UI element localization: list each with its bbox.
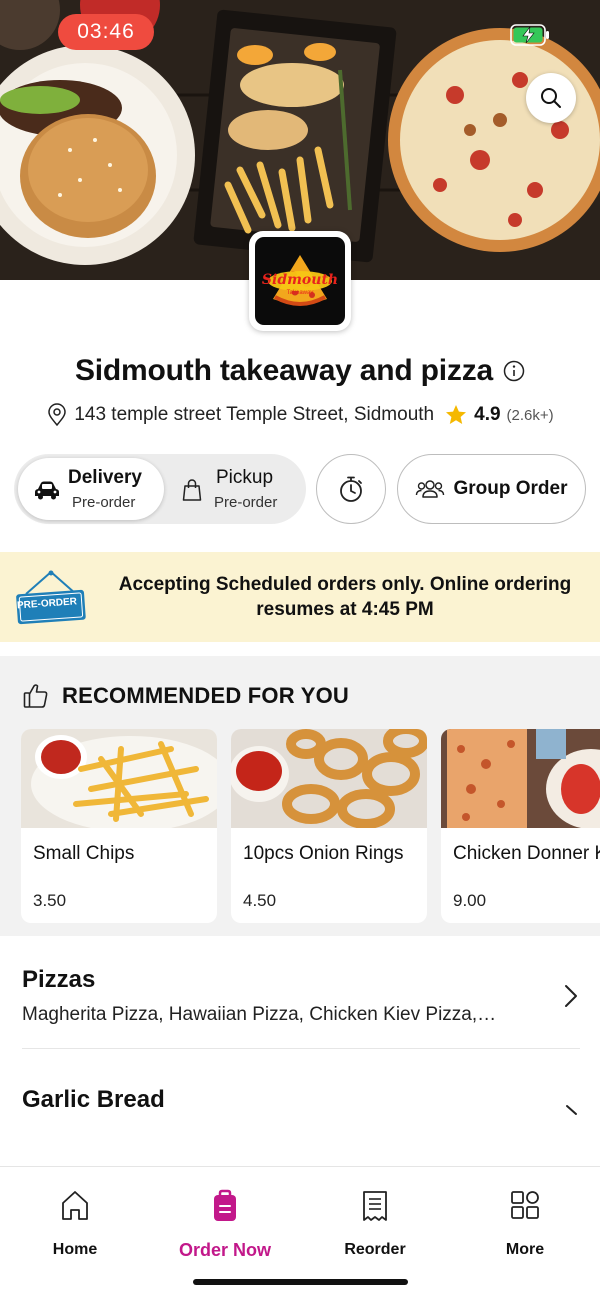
recommended-item-name: 10pcs Onion Rings	[243, 843, 404, 864]
recommended-section: RECOMMENDED FOR YOU Small Chips 3.50 10p…	[0, 656, 600, 936]
pickup-option[interactable]: Pickup Pre-order	[170, 458, 302, 520]
chips-image	[21, 729, 217, 828]
schedule-button[interactable]	[316, 454, 386, 524]
recommended-item-price: 9.00	[453, 891, 487, 910]
category-title: Pizzas	[22, 966, 96, 993]
recommended-item-name: Small Chips	[33, 843, 135, 864]
recommended-item-chicken-donner-kebab[interactable]: Chicken Donner Kebab 9.00	[441, 729, 600, 923]
home-icon	[62, 1191, 88, 1220]
nav-reorder[interactable]: Reorder	[300, 1189, 450, 1259]
restaurant-title-row: Sidmouth takeaway and pizza	[0, 350, 600, 392]
bottom-navigation: Home Order Now Reorder More	[0, 1166, 600, 1298]
star-icon	[446, 405, 467, 424]
category-items-preview: Magherita Pizza, Hawaiian Pizza, Chicken…	[22, 1004, 497, 1025]
address-row: 143 temple street Temple Street, Sidmout…	[0, 400, 600, 430]
chevron-right-icon	[566, 1105, 577, 1115]
pickup-sublabel: Pre-order	[214, 494, 278, 511]
restaurant-logo: Sidmouth Takeaway	[249, 231, 351, 331]
nav-more[interactable]: More	[450, 1189, 600, 1259]
nav-label: Reorder	[344, 1241, 406, 1258]
status-bar-time: 03:46	[58, 14, 154, 50]
delivery-label: Delivery	[68, 467, 142, 488]
review-count: (2.6k+)	[506, 406, 554, 424]
logo-wordmark: Sidmouth	[261, 272, 339, 288]
recommended-heading-text: RECOMMENDED FOR YOU	[62, 683, 349, 708]
order-mode-toggle: Delivery Pre-order Pickup Pre-order	[14, 454, 306, 524]
banner-message: Accepting Scheduled orders only. Online …	[118, 574, 572, 620]
receipt-icon	[363, 1191, 387, 1221]
group-users-icon	[416, 480, 445, 498]
delivery-option[interactable]: Delivery Pre-order	[18, 458, 164, 520]
delivery-sublabel: Pre-order	[72, 494, 136, 511]
category-title: Garlic Bread	[22, 1086, 165, 1113]
category-divider	[22, 1048, 580, 1049]
kebab-image	[441, 729, 600, 828]
nav-label: Order Now	[178, 1240, 271, 1260]
chevron-right-icon	[565, 985, 577, 1007]
onion-rings-image	[231, 729, 427, 828]
home-indicator[interactable]	[193, 1279, 408, 1285]
recommended-item-price: 4.50	[243, 891, 277, 910]
location-pin-icon	[48, 403, 67, 427]
nav-order-now[interactable]: Order Now	[150, 1189, 300, 1260]
restaurant-address: 143 temple street Temple Street, Sidmout…	[74, 404, 435, 425]
thumbs-up-icon	[23, 684, 48, 708]
nav-label: Home	[52, 1241, 98, 1258]
rating-value: 4.9	[474, 404, 501, 425]
battery-icon	[510, 24, 549, 46]
recommended-item-small-chips[interactable]: Small Chips 3.50	[21, 729, 217, 923]
category-pizzas[interactable]: Pizzas Magherita Pizza, Hawaiian Pizza, …	[0, 950, 600, 1048]
stopwatch-icon	[340, 476, 362, 502]
recommended-item-name: Chicken Donner Kebab	[453, 843, 600, 864]
car-icon	[35, 481, 59, 500]
group-order-button[interactable]: Group Order	[397, 454, 586, 524]
shopping-bag-icon	[182, 479, 202, 501]
group-order-label: Group Order	[453, 478, 568, 499]
recommended-item-price: 3.50	[33, 891, 67, 910]
nav-label: More	[505, 1241, 545, 1258]
info-icon[interactable]	[503, 360, 525, 382]
nav-home[interactable]: Home	[0, 1189, 150, 1259]
preorder-banner: PRE-ORDER Accepting Scheduled orders onl…	[0, 552, 600, 642]
category-garlic-bread[interactable]: Garlic Bread	[0, 1070, 600, 1160]
pickup-label: Pickup	[216, 467, 274, 488]
logo-subtext: Takeaway	[286, 290, 314, 296]
restaurant-name: Sidmouth takeaway and pizza	[74, 354, 494, 387]
recommended-heading: RECOMMENDED FOR YOU	[22, 682, 349, 710]
order-bag-icon	[214, 1189, 236, 1221]
grid-icon	[511, 1191, 539, 1219]
search-icon	[541, 88, 561, 108]
recommended-item-onion-rings[interactable]: 10pcs Onion Rings 4.50	[231, 729, 427, 923]
search-button[interactable]	[526, 73, 576, 123]
